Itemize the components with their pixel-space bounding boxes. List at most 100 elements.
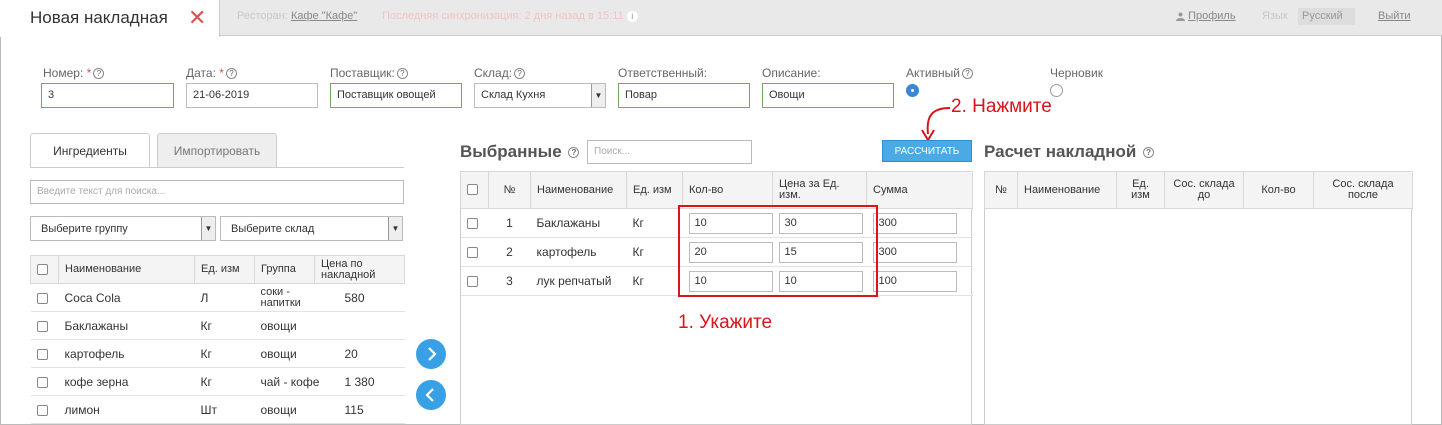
active-radio[interactable]: [906, 84, 919, 97]
col-num: №: [488, 171, 531, 209]
select-all-checkbox[interactable]: [30, 255, 59, 284]
description-input[interactable]: Овощи: [762, 83, 894, 108]
dropdown-arrow-icon[interactable]: ▼: [201, 217, 215, 240]
tab-ingredients[interactable]: Ингредиенты: [30, 133, 150, 168]
logout-link[interactable]: Выйти: [1378, 10, 1411, 22]
dropdown-arrow-icon[interactable]: ▼: [388, 217, 402, 240]
cell-name: лук репчатый: [530, 266, 627, 296]
description-label: Описание:: [762, 66, 821, 80]
selected-search-input[interactable]: Поиск...: [587, 140, 752, 164]
number-label: Номер: *?: [43, 66, 105, 80]
sum-input[interactable]: 300: [872, 212, 957, 234]
profile-link[interactable]: Профиль: [1176, 10, 1236, 22]
warehouse-filter-select[interactable]: Выберите склад ▼: [220, 216, 403, 241]
row-checkbox[interactable]: [36, 376, 48, 388]
sync-status: Последняя синхронизация: 2 дня назад в 1…: [382, 10, 638, 22]
sync-text: Последняя синхронизация: 2 дня назад в 1…: [382, 10, 624, 22]
cell-unit: Кг: [626, 208, 683, 238]
selected-title: Выбранные ?: [460, 142, 580, 162]
row-checkbox[interactable]: [36, 320, 48, 332]
date-label: Дата: *?: [186, 66, 237, 80]
cell-unit: Кг: [194, 311, 255, 340]
number-input[interactable]: 3: [41, 83, 174, 108]
cell-group: овощи: [254, 395, 315, 424]
sum-input[interactable]: 100: [872, 270, 957, 292]
calc-table: № Наименование Ед. изм Сос. склада до Ко…: [984, 171, 1413, 209]
active-label: Активный?: [906, 66, 973, 80]
help-icon: ?: [396, 68, 408, 80]
col-unit: Ед. изм: [1116, 171, 1165, 209]
help-icon: ?: [93, 68, 105, 80]
cell-num: 1: [488, 208, 531, 238]
cell-unit: Кг: [194, 367, 255, 396]
ingredients-table: Наименование Ед. изм Группа Цена по накл…: [30, 255, 405, 424]
profile-label: Профиль: [1188, 10, 1236, 22]
row-checkbox[interactable]: [466, 218, 478, 230]
col-group[interactable]: Группа: [254, 255, 315, 284]
row-checkbox[interactable]: [466, 276, 478, 288]
language-select[interactable]: Русский: [1298, 8, 1355, 25]
table-row[interactable]: лимон Шт овощи 115: [30, 395, 405, 424]
user-icon: [1176, 12, 1185, 21]
cell-unit: Л: [194, 283, 255, 312]
col-unit[interactable]: Ед. изм: [194, 255, 255, 284]
cell-name: картофель: [58, 339, 195, 368]
supplier-input[interactable]: Поставщик овощей: [330, 83, 462, 108]
col-stock-before: Сос. склада до: [1164, 171, 1244, 209]
row-checkbox[interactable]: [36, 292, 48, 304]
cell-group: чай - кофе: [254, 367, 319, 396]
warehouse-filter-value: Выберите склад: [231, 223, 315, 235]
cell-group: соки - напитки: [254, 283, 315, 312]
top-bar: Новая накладная ✕ Ресторан: Кафе "Кафе" …: [0, 0, 1442, 37]
restaurant-link[interactable]: Кафе "Кафе": [291, 10, 357, 22]
col-price: Цена за Ед. изм.: [772, 171, 867, 209]
arrow-down-icon: [921, 107, 951, 142]
group-select-value: Выберите группу: [41, 223, 128, 235]
remove-from-selected-button[interactable]: [416, 380, 446, 410]
page-title: Новая накладная: [30, 8, 168, 27]
calculate-button[interactable]: РАССЧИТАТЬ: [882, 140, 972, 162]
calc-title: Расчет накладной ?: [984, 142, 1155, 162]
row-checkbox[interactable]: [36, 348, 48, 360]
draft-label: Черновик: [1050, 66, 1103, 80]
col-name: Наименование: [1017, 171, 1117, 209]
select-all-checkbox[interactable]: [460, 171, 489, 209]
language-label: Язык: [1262, 10, 1288, 22]
cell-name: Coca Cola: [58, 283, 195, 312]
add-to-selected-button[interactable]: [416, 339, 446, 369]
help-icon: ?: [225, 68, 237, 80]
col-sum: Сумма: [866, 171, 973, 209]
tab-import[interactable]: Импортировать: [157, 133, 277, 167]
close-icon[interactable]: ✕: [188, 6, 206, 30]
date-input[interactable]: 21-06-2019: [186, 83, 318, 108]
calc-panel: [984, 171, 1412, 425]
table-row[interactable]: картофель Кг овощи 20: [30, 339, 405, 368]
sum-input[interactable]: 300: [872, 241, 957, 263]
cell-num: 2: [488, 237, 531, 267]
warehouse-select[interactable]: Склад Кухня ▼: [474, 83, 606, 108]
col-name[interactable]: Наименование: [58, 255, 195, 284]
help-icon: ?: [1143, 147, 1155, 159]
group-select[interactable]: Выберите группу ▼: [30, 216, 216, 241]
document-tab[interactable]: Новая накладная ✕: [0, 0, 220, 37]
cell-name: Баклажаны: [530, 208, 627, 238]
cell-unit: Кг: [194, 339, 255, 368]
cell-price: 580: [314, 283, 405, 312]
table-row[interactable]: Coca Cola Л соки - напитки 580: [30, 283, 405, 312]
responsible-input[interactable]: Повар: [618, 83, 750, 108]
col-qty: Кол-во: [1243, 171, 1314, 209]
ingredient-search-input[interactable]: Введите текст для поиска...: [30, 180, 404, 204]
responsible-label: Ответственный:: [618, 66, 708, 80]
dropdown-arrow-icon[interactable]: ▼: [591, 84, 605, 107]
row-checkbox[interactable]: [36, 404, 48, 416]
cell-unit: Кг: [626, 237, 683, 267]
table-row[interactable]: кофе зерна Кг чай - кофе 1 380: [30, 367, 405, 396]
col-price[interactable]: Цена по накладной: [314, 255, 405, 284]
table-row[interactable]: Баклажаны Кг овощи: [30, 311, 405, 340]
supplier-label: Поставщик:?: [330, 66, 408, 80]
row-checkbox[interactable]: [466, 247, 478, 259]
cell-name: кофе зерна: [58, 367, 195, 396]
draft-radio[interactable]: [1050, 84, 1063, 97]
cell-group: овощи: [254, 339, 315, 368]
cell-unit: Шт: [194, 395, 255, 424]
